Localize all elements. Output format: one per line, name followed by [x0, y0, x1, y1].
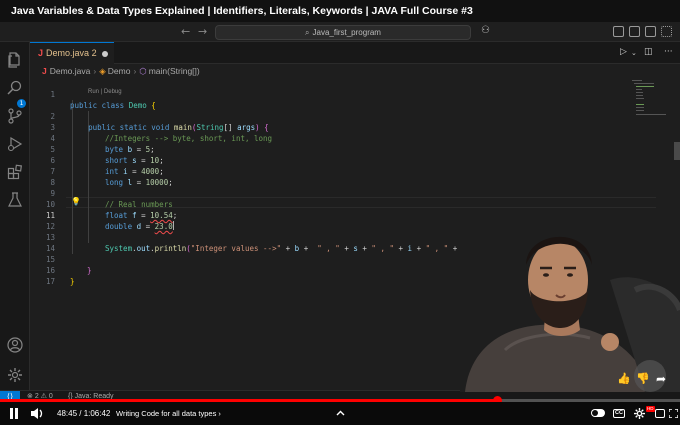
- breadcrumb: J Demo.java › ◈ Demo › ⬡ main(String[]): [30, 64, 630, 78]
- editor-tab-bar: J Demo.java 2 ▷ ⌄ ◫ ···: [30, 42, 680, 64]
- method-icon: ⬡: [139, 66, 147, 76]
- tab-label: Demo.java: [46, 48, 90, 58]
- activity-bar: 1: [0, 42, 30, 390]
- codelens-run-debug[interactable]: Run | Debug: [88, 89, 122, 95]
- class-icon: ◈: [99, 66, 106, 76]
- volume-icon[interactable]: [31, 408, 44, 419]
- java-file-icon: J: [38, 48, 44, 58]
- chevron-right-icon: ›: [133, 66, 137, 76]
- autoplay-toggle[interactable]: [591, 409, 605, 417]
- webcam-presenter-image: [460, 210, 680, 392]
- pause-icon[interactable]: [9, 408, 19, 419]
- search-icon: ⌕: [305, 28, 310, 37]
- code-line: 8: [50, 178, 55, 187]
- code-line: 3 //Integers --> byte, short, int, long: [50, 123, 273, 143]
- back-arrow-icon[interactable]: ←: [181, 25, 190, 38]
- quality-badge: HD: [646, 406, 655, 412]
- files-icon[interactable]: [7, 52, 23, 68]
- chapter-title[interactable]: Writing Code for all data types ›: [116, 402, 221, 425]
- tab-problem-count: 2: [91, 48, 97, 58]
- extensions-icon[interactable]: [7, 164, 23, 180]
- time-display: 48:45 / 1:06:42: [57, 409, 111, 418]
- run-debug-icon[interactable]: [7, 136, 23, 152]
- settings-icon[interactable]: [634, 408, 645, 419]
- workspace-name: Java_first_program: [312, 28, 381, 37]
- minimap[interactable]: [628, 78, 670, 118]
- code-line: 11 double d = 23.0: [45, 211, 174, 231]
- breadcrumb-file[interactable]: Demo.java: [50, 66, 91, 76]
- unsaved-dot-icon[interactable]: [102, 51, 108, 57]
- editor-scrollbar[interactable]: [674, 142, 680, 160]
- miniplayer-icon[interactable]: [655, 409, 665, 418]
- chevron-up-icon[interactable]: [336, 410, 345, 416]
- source-control-icon[interactable]: [7, 108, 23, 124]
- breadcrumb-method[interactable]: main(String[]): [149, 66, 200, 76]
- run-dropdown-icon[interactable]: ⌄: [631, 49, 637, 57]
- code-line: 2 public static void main(String[] args)…: [50, 112, 269, 132]
- video-title[interactable]: Java Variables & Data Types Explained | …: [0, 0, 680, 22]
- java-file-icon: J: [42, 66, 47, 76]
- player-controls: 48:45 / 1:06:42 Writing Code for all dat…: [0, 402, 680, 425]
- more-actions-icon[interactable]: ···: [664, 47, 673, 57]
- code-line: 6 int i = 4000;: [50, 156, 164, 176]
- copilot-icon[interactable]: ⚇: [481, 25, 490, 36]
- forward-arrow-icon[interactable]: →: [198, 25, 207, 38]
- code-line: 1 public class Demo {: [50, 90, 156, 110]
- line-16-code: }: [70, 277, 75, 286]
- command-center-search[interactable]: ⌕ Java_first_program: [215, 25, 471, 40]
- run-java-icon[interactable]: ▷: [620, 47, 627, 57]
- code-line: 5 short s = 10;: [50, 145, 164, 165]
- chevron-right-icon: ›: [218, 409, 221, 418]
- explorer-badge: 1: [17, 99, 26, 108]
- breadcrumb-class[interactable]: Demo: [108, 66, 131, 76]
- manage-gear-icon[interactable]: [7, 367, 23, 383]
- vscode-titlebar: ← → ⌕ Java_first_program ⚇: [0, 22, 680, 42]
- toggle-sidebar-icon[interactable]: [613, 26, 624, 37]
- code-line: 9 // Real numbers: [50, 189, 173, 209]
- search-icon[interactable]: [7, 80, 23, 96]
- like-icon[interactable]: 👍: [617, 372, 631, 385]
- fullscreen-icon[interactable]: [669, 409, 678, 418]
- toggle-secondary-sidebar-icon[interactable]: [645, 26, 656, 37]
- dislike-icon[interactable]: 👎: [636, 372, 650, 385]
- code-line: 7 long l = 10000;: [50, 167, 173, 187]
- customize-layout-icon[interactable]: [661, 26, 672, 37]
- split-editor-icon[interactable]: ◫: [644, 47, 653, 57]
- subtitles-icon[interactable]: CC: [613, 409, 625, 418]
- account-icon[interactable]: [7, 337, 23, 353]
- tab-demo-java[interactable]: J Demo.java 2: [30, 42, 114, 64]
- toggle-panel-icon[interactable]: [629, 26, 640, 37]
- testing-icon[interactable]: [7, 192, 23, 208]
- chevron-right-icon: ›: [93, 66, 97, 76]
- code-line: 4 byte b = 5;: [50, 134, 155, 154]
- share-icon[interactable]: ➦: [656, 372, 666, 386]
- code-line: 10 float f = 10.54;: [45, 200, 178, 220]
